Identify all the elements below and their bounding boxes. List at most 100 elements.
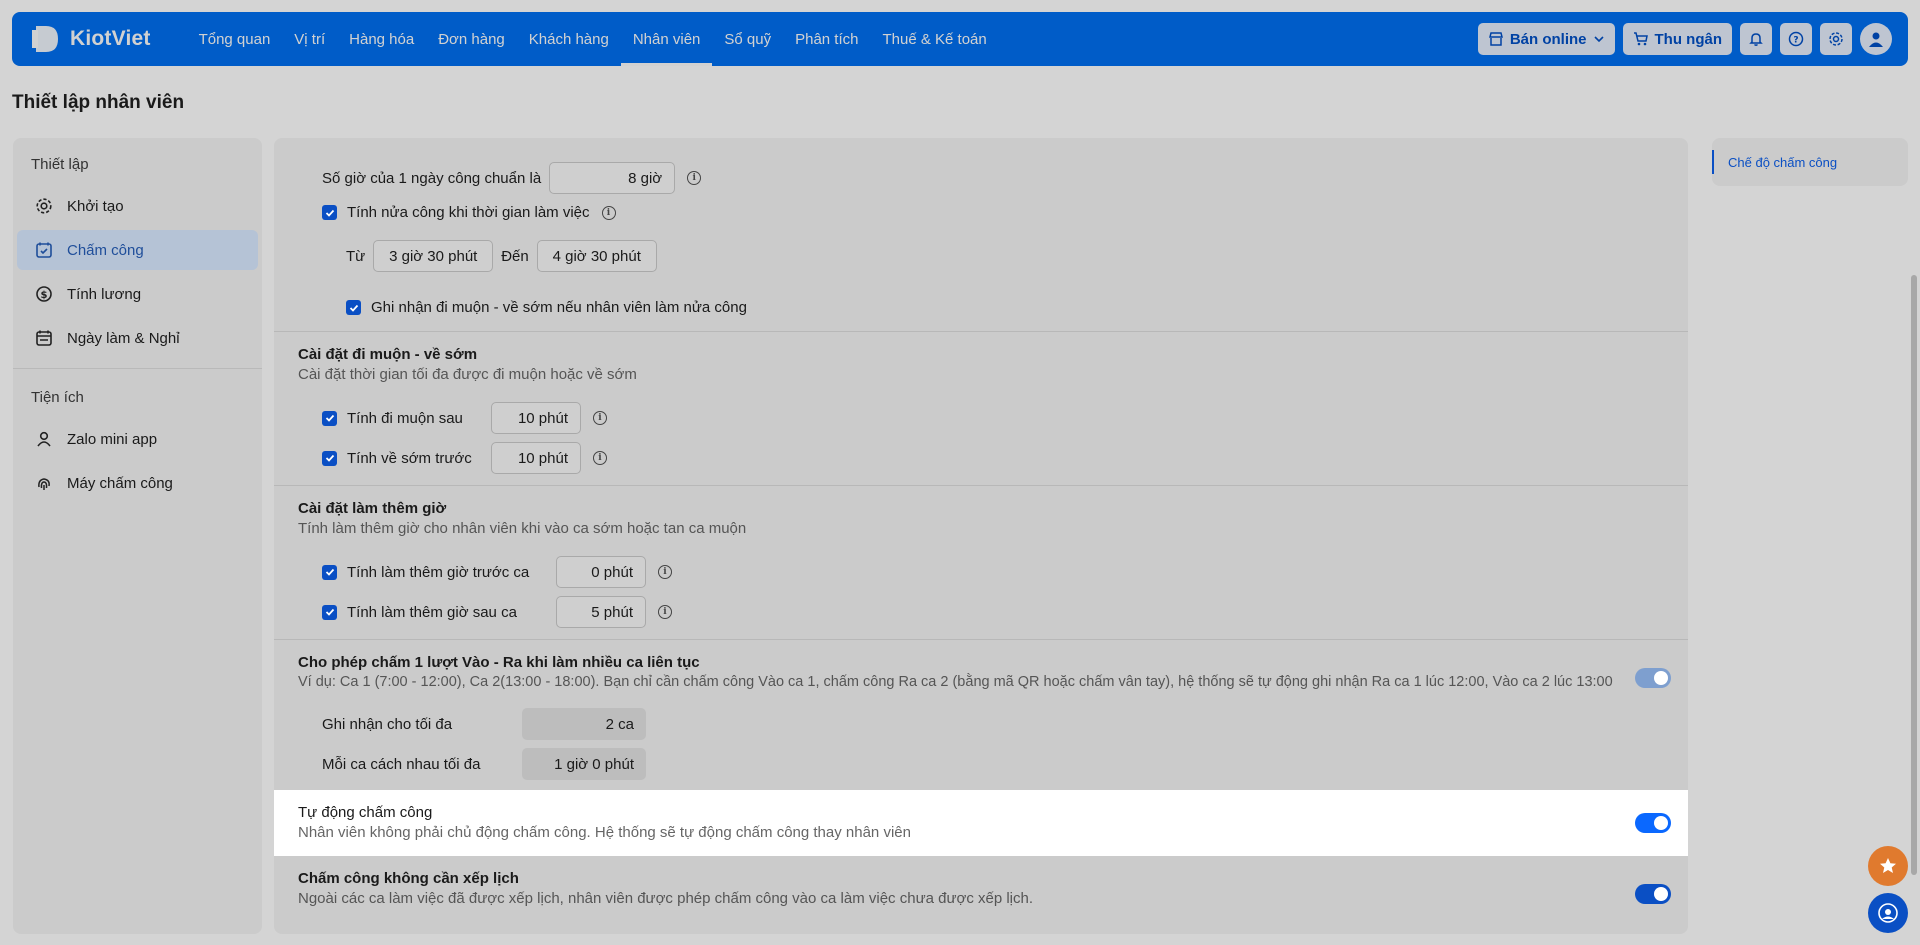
kiotviet-logo-icon: [32, 26, 58, 52]
anchor-attendance-mode[interactable]: Chế độ chấm công: [1728, 155, 1837, 170]
multi-shift-section: Cho phép chấm 1 lượt Vào - Ra khi làm nh…: [274, 639, 1688, 791]
nav-analytics[interactable]: Phân tích: [783, 12, 870, 66]
cashier-button[interactable]: Thu ngân: [1622, 23, 1732, 55]
max-shifts-label: Ghi nhận cho tối đa: [322, 715, 453, 733]
overtime-after-row: Tính làm thêm giờ sau ca 5 phút i: [322, 596, 672, 628]
dollar-icon: $: [36, 286, 52, 302]
standard-hours-label: Số giờ của 1 ngày công chuẩn là: [322, 169, 542, 187]
help-button[interactable]: ?: [1780, 23, 1812, 55]
half-day-range-row: Từ 3 giờ 30 phút Đến 4 giờ 30 phút: [346, 240, 657, 272]
favorite-button[interactable]: [1868, 846, 1908, 886]
nav-products[interactable]: Hàng hóa: [337, 12, 426, 66]
sidebar-item-setup[interactable]: Khởi tạo: [17, 186, 258, 226]
overtime-before-input[interactable]: 0 phút: [556, 556, 646, 588]
late-after-checkbox[interactable]: [322, 410, 337, 426]
settings-button[interactable]: [1820, 23, 1852, 55]
fingerprint-icon: [38, 478, 50, 490]
no-schedule-section: Chấm công không cần xếp lịch Ngoài các c…: [274, 856, 1688, 934]
check-icon: [349, 304, 358, 312]
overtime-after-checkbox[interactable]: [322, 604, 337, 620]
nav-customers[interactable]: Khách hàng: [517, 12, 621, 66]
info-icon[interactable]: i: [593, 411, 607, 425]
sidebar-divider: [13, 368, 262, 369]
top-navbar: KiotViet Tổng quan Vị trí Hàng hóa Đơn h…: [12, 12, 1908, 66]
overtime-after-label: Tính làm thêm giờ sau ca: [347, 603, 517, 621]
late-half-day-checkbox[interactable]: [346, 300, 361, 315]
no-schedule-toggle[interactable]: [1635, 884, 1671, 904]
max-shifts-row: Ghi nhận cho tối đa 2 ca: [322, 708, 646, 740]
check-icon: [325, 608, 334, 616]
sidebar-item-attendance[interactable]: Chấm công: [17, 230, 258, 270]
auto-attendance-section: Tự động chấm công Nhân viên không phải c…: [274, 790, 1688, 856]
early-before-label: Tính về sớm trước: [347, 449, 472, 467]
half-day-label: Tính nửa công khi thời gian làm việc: [347, 204, 590, 221]
max-shifts-input[interactable]: 2 ca: [522, 708, 646, 740]
info-icon[interactable]: i: [593, 451, 607, 465]
sell-online-button[interactable]: Bán online: [1477, 23, 1615, 55]
sidebar-item-label: Zalo mini app: [67, 430, 158, 448]
half-day-to-input[interactable]: 4 giờ 30 phút: [536, 240, 657, 272]
late-after-row: Tính đi muộn sau 10 phút i: [322, 402, 607, 434]
shift-gap-row: Mỗi ca cách nhau tối đa 1 giờ 0 phút: [322, 748, 646, 780]
sidebar-item-label: Khởi tạo: [67, 197, 124, 215]
help-icon: ?: [1788, 31, 1804, 47]
half-day-row: Tính nửa công khi thời gian làm việc i: [322, 204, 616, 221]
logo-text: KiotViet: [70, 27, 151, 50]
late-early-desc: Cài đặt thời gian tối đa được đi muộn ho…: [298, 366, 637, 383]
info-icon[interactable]: i: [658, 565, 672, 579]
main-nav: Tổng quan Vị trí Hàng hóa Đơn hàng Khách…: [187, 12, 999, 66]
check-icon: [325, 414, 334, 422]
nav-location[interactable]: Vị trí: [282, 12, 337, 66]
late-early-section: Cài đặt đi muộn - về sớm Cài đặt thời gi…: [274, 331, 1688, 486]
to-label: Đến: [501, 247, 529, 265]
star-icon: [1880, 858, 1896, 873]
late-half-day-label: Ghi nhận đi muộn - về sớm nếu nhân viên …: [371, 299, 747, 316]
sidebar-item-label: Máy chấm công: [67, 474, 173, 492]
shift-gap-input[interactable]: 1 giờ 0 phút: [522, 748, 646, 780]
chevron-down-icon: [1593, 36, 1604, 43]
info-icon[interactable]: i: [687, 171, 702, 185]
sidebar-item-workdays-leave[interactable]: Ngày làm & Nghỉ: [17, 318, 258, 358]
sidebar-item-payroll[interactable]: $ Tính lương: [17, 274, 258, 314]
nav-cashbook[interactable]: Sổ quỹ: [712, 12, 783, 66]
settings-sidebar: Thiết lập Khởi tạo Chấm công $ Tính lươn…: [13, 138, 262, 934]
nav-employees[interactable]: Nhân viên: [620, 12, 713, 66]
check-icon: [325, 568, 334, 576]
sidebar-item-zalo-mini-app[interactable]: Zalo mini app: [17, 419, 258, 459]
early-before-row: Tính về sớm trước 10 phút i: [322, 442, 607, 474]
late-after-input[interactable]: 10 phút: [491, 402, 581, 434]
sidebar-item-time-clock[interactable]: Máy chấm công: [17, 463, 258, 503]
multi-shift-title: Cho phép chấm 1 lượt Vào - Ra khi làm nh…: [298, 654, 700, 671]
info-icon[interactable]: i: [601, 205, 616, 220]
half-day-checkbox[interactable]: [322, 205, 337, 220]
nav-overview[interactable]: Tổng quan: [187, 12, 283, 66]
no-schedule-title: Chấm công không cần xếp lịch: [298, 870, 519, 887]
late-early-title: Cài đặt đi muộn - về sớm: [298, 346, 478, 363]
nav-orders[interactable]: Đơn hàng: [426, 12, 517, 66]
late-half-day-row: Ghi nhận đi muộn - về sớm nếu nhân viên …: [346, 299, 747, 316]
page-scrollbar[interactable]: [1911, 275, 1917, 875]
auto-attendance-toggle[interactable]: [1635, 813, 1671, 833]
early-before-checkbox[interactable]: [322, 450, 337, 466]
attendance-settings-panel: Số giờ của 1 ngày công chuẩn là 8 giờ i …: [274, 138, 1688, 934]
info-icon[interactable]: i: [658, 605, 672, 619]
logo[interactable]: KiotViet: [28, 22, 151, 56]
overtime-before-checkbox[interactable]: [322, 564, 337, 580]
overtime-after-input[interactable]: 5 phút: [556, 596, 646, 628]
support-button[interactable]: [1868, 893, 1908, 933]
standard-hours-row: Số giờ của 1 ngày công chuẩn là 8 giờ i: [322, 162, 702, 194]
notification-button[interactable]: [1740, 23, 1772, 55]
overtime-title: Cài đặt làm thêm giờ: [298, 500, 447, 517]
standard-hours-input[interactable]: 8 giờ: [549, 162, 676, 194]
cashier-label: Thu ngân: [1654, 30, 1723, 48]
user-icon: [37, 431, 51, 447]
early-before-input[interactable]: 10 phút: [491, 442, 581, 474]
half-day-from-input[interactable]: 3 giờ 30 phút: [373, 240, 494, 272]
cart-icon: [1633, 32, 1648, 46]
headset-icon: [1878, 903, 1898, 923]
multi-shift-toggle[interactable]: [1635, 668, 1671, 688]
check-icon: [325, 209, 334, 217]
user-avatar[interactable]: [1860, 23, 1892, 55]
nav-tax-accounting[interactable]: Thuế & Kế toán: [870, 12, 998, 66]
auto-attendance-title: Tự động chấm công: [298, 804, 433, 821]
